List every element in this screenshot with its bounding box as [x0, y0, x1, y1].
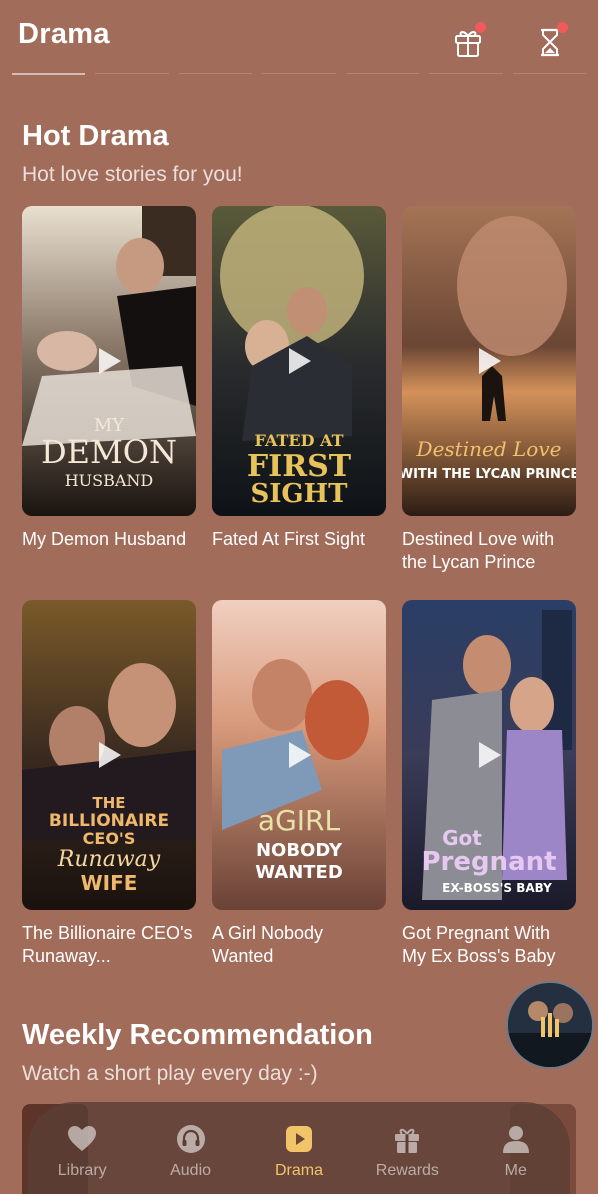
cover-text: EX-BOSS'S BABY — [442, 881, 552, 895]
play-icon — [479, 742, 501, 768]
cover-text: THE — [92, 794, 125, 812]
play-icon — [289, 742, 311, 768]
nav-label: Me — [504, 1162, 527, 1179]
cover-text: Runaway — [57, 847, 161, 872]
nav-audio[interactable]: Audio — [143, 1102, 239, 1180]
headphones-icon — [176, 1124, 206, 1154]
drama-cover[interactable]: Got Pregnant EX-BOSS'S BABY — [402, 600, 576, 910]
notification-badge — [557, 22, 568, 33]
gift-box-icon — [392, 1124, 422, 1154]
play-icon — [99, 742, 121, 768]
cover-text: DEMON — [41, 433, 177, 471]
nav-label: Drama — [274, 1162, 323, 1179]
nav-library[interactable]: Library — [34, 1102, 130, 1180]
cover-text: WANTED — [255, 862, 343, 883]
hourglass-icon[interactable] — [532, 22, 568, 60]
cover-text: NOBODY — [256, 840, 343, 861]
drama-title: Fated At First Sight — [212, 529, 366, 549]
category-tab-indicator — [12, 73, 586, 75]
hot-drama-subtitle: Hot love stories for you! — [22, 163, 243, 186]
nav-label: Library — [57, 1162, 107, 1179]
cover-text: Pregnant — [421, 847, 556, 877]
drama-card[interactable]: Destined Love WITH THE LYCAN PRINCE Dest… — [402, 206, 576, 576]
play-icon — [284, 1124, 314, 1154]
weekly-subtitle: Watch a short play every day :-) — [22, 1062, 318, 1085]
drama-title: Got Pregnant With My Ex Boss's Baby — [402, 923, 556, 966]
cover-text: BILLIONAIRE — [49, 811, 169, 831]
gift-icon[interactable] — [450, 22, 486, 60]
drama-card[interactable]: THE BILLIONAIRE CEO'S Runaway WIFE The B… — [22, 600, 196, 970]
drama-card[interactable]: FATED AT FIRST SIGHT Fated At First Sigh… — [212, 206, 386, 576]
drama-cover[interactable]: FATED AT FIRST SIGHT — [212, 206, 386, 516]
cover-text: SIGHT — [250, 479, 348, 509]
weekly-title: Weekly Recommendation — [22, 1019, 373, 1051]
play-icon — [289, 348, 311, 374]
heart-icon — [67, 1124, 97, 1154]
person-icon — [501, 1124, 531, 1154]
drama-title: My Demon Husband — [22, 529, 187, 549]
top-header: Drama — [0, 0, 598, 80]
drama-cover[interactable]: aGIRL NOBODY WANTED — [212, 600, 386, 910]
nav-rewards[interactable]: Rewards — [359, 1102, 455, 1180]
cover-text: WITH THE LYCAN PRINCE — [402, 467, 576, 482]
floating-audio-player[interactable] — [506, 981, 594, 1069]
drama-card[interactable]: aGIRL NOBODY WANTED A Girl Nobody Wanted — [212, 600, 386, 970]
drama-card[interactable]: Got Pregnant EX-BOSS'S BABY Got Pregnant… — [402, 600, 576, 970]
drama-title: Destined Love with the Lycan Prince — [402, 529, 555, 572]
nav-drama[interactable]: Drama — [251, 1102, 347, 1180]
nav-label: Audio — [170, 1162, 212, 1179]
audio-bars-icon — [541, 1017, 545, 1037]
cover-text: HUSBAND — [65, 471, 154, 490]
cover-text: FATED AT — [255, 431, 344, 450]
cover-text: Destined Love — [416, 437, 562, 461]
drama-title: The Billionaire CEO's Runaway... — [22, 923, 193, 966]
drama-cover[interactable]: THE BILLIONAIRE CEO'S Runaway WIFE — [22, 600, 196, 910]
nav-label: Rewards — [375, 1162, 439, 1179]
cover-text: aGIRL — [258, 804, 341, 837]
drama-cover[interactable]: MY DEMON HUSBAND — [22, 206, 196, 516]
page-title: Drama — [18, 18, 110, 50]
play-icon — [479, 348, 501, 374]
drama-title: A Girl Nobody Wanted — [212, 923, 324, 966]
cover-text: WIFE — [81, 871, 138, 895]
hot-drama-title: Hot Drama — [22, 120, 169, 152]
bottom-navigation: Library Audio Drama Rewards Me — [28, 1102, 570, 1194]
notification-badge — [475, 22, 486, 33]
play-icon — [99, 348, 121, 374]
cover-text: CEO'S — [83, 829, 136, 848]
drama-card[interactable]: MY DEMON HUSBAND My Demon Husband — [22, 206, 196, 576]
drama-cover[interactable]: Destined Love WITH THE LYCAN PRINCE — [402, 206, 576, 516]
nav-me[interactable]: Me — [468, 1102, 564, 1180]
hot-drama-grid: MY DEMON HUSBAND My Demon Husband FATED … — [22, 206, 576, 970]
